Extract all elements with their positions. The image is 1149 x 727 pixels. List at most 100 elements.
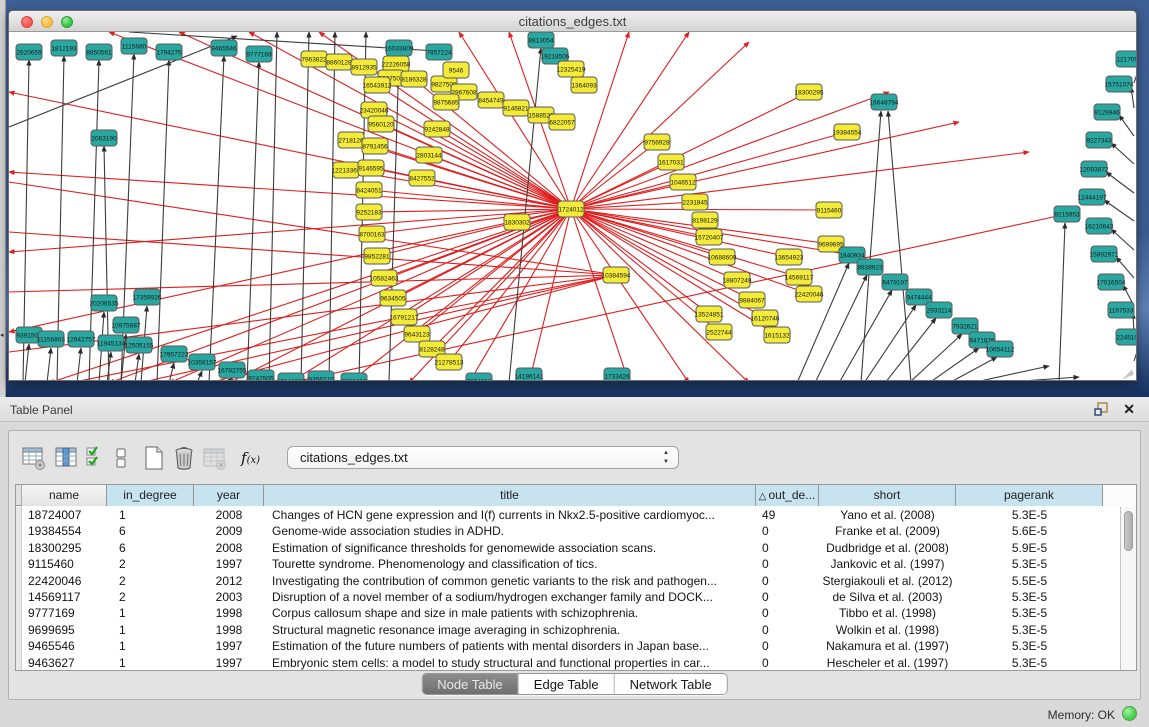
tab-node-table[interactable]: Node Table [422,674,519,694]
cell-pagerank[interactable]: 5.5E-5 [956,573,1103,589]
column-header-out-de-[interactable]: △out_de... [756,485,819,506]
network-node[interactable]: 9852281 [364,248,390,264]
network-node[interactable]: 8860128 [326,54,352,70]
cell-year[interactable]: 2003 [194,589,264,605]
control-panel-splitter[interactable]: ◂ [0,0,6,397]
cell-short[interactable]: Stergiakouli et al. (2012) [819,573,956,589]
table-row[interactable]: 2242004622012Investigating the contribut… [16,573,1120,589]
network-node[interactable]: 9756928 [644,134,670,150]
cell-pagerank[interactable]: 5.3E-5 [956,655,1103,671]
cell-out-de-[interactable]: 0 [756,638,819,654]
network-node[interactable]: 12942757 [67,331,96,347]
network-node[interactable]: 16791217 [390,309,419,325]
network-node[interactable]: 10975887 [112,317,141,333]
network-node[interactable]: 16210643 [1085,218,1114,234]
network-node[interactable]: 9129946 [1094,104,1120,120]
cell-pagerank[interactable]: 5.3E-5 [956,507,1103,523]
network-node[interactable]: 19384554 [833,124,862,140]
cell-name[interactable]: 19384554 [22,523,107,539]
network-node[interactable]: 1617031 [658,154,684,170]
network-node[interactable]: 8912935 [351,59,377,75]
table-row[interactable]: 1456911722003Disruption of a novel membe… [16,589,1120,605]
cell-year[interactable]: 1998 [194,605,264,621]
cell-year[interactable]: 2008 [194,507,264,523]
cell-short[interactable]: de Silva et al. (2003) [819,589,956,605]
cell-name[interactable]: 18724007 [22,507,107,523]
cell-in-degree[interactable]: 2 [107,556,194,572]
row-height-icon[interactable] [113,445,129,471]
network-node[interactable]: 12093872 [1080,161,1109,177]
network-node[interactable]: 8454749 [478,92,504,108]
network-node[interactable]: 17957223 [160,346,189,362]
network-node[interactable]: 12444197 [1078,189,1107,205]
network-node[interactable]: 8791456 [362,138,388,154]
network-node[interactable]: 6822057 [549,114,575,130]
cell-year[interactable]: 1997 [194,655,264,671]
network-node[interactable]: 8427552 [409,170,435,186]
collapse-left-arrow-icon[interactable]: ◂ [0,331,4,339]
cell-short[interactable]: Wolkin et al. (1998) [819,622,956,638]
cell-pagerank[interactable]: 5.3E-5 [956,622,1103,638]
cell-out-de-[interactable]: 0 [756,622,819,638]
float-panel-icon[interactable] [1094,402,1109,416]
network-window-titlebar[interactable]: citations_edges.txt [9,11,1136,32]
network-node[interactable]: 10358157 [188,354,217,370]
cell-title[interactable]: Embryonic stem cells: a model to study s… [264,655,756,671]
network-node[interactable]: 2933114 [926,302,952,318]
network-node[interactable]: 1812193 [51,40,77,56]
network-node[interactable]: 9777169 [246,46,272,62]
table-select-combo[interactable]: citations_edges.txt ▲▼ [287,446,679,469]
network-node[interactable]: 2620659 [16,44,42,60]
network-node[interactable]: 14196141 [515,368,544,380]
cell-out-de-[interactable]: 49 [756,507,819,523]
network-node[interactable]: 16120746 [751,310,780,326]
cell-in-degree[interactable]: 1 [107,655,194,671]
network-node[interactable]: 9227343 [1086,132,1112,148]
network-node[interactable]: 8198129 [692,212,718,228]
network-canvas[interactable]: 2620659181219388505611115680179427594655… [9,32,1136,380]
network-node[interactable]: 13524851 [695,306,724,322]
network-node[interactable]: 2718126 [338,132,364,148]
network-node[interactable]: 2245102 [1116,329,1136,345]
cell-out-de-[interactable]: 0 [756,523,819,539]
network-node[interactable]: 14569117 [785,269,814,285]
network-node[interactable]: 15892971 [1090,246,1119,262]
network-node[interactable]: 9634505 [380,290,406,306]
network-node[interactable]: 1217094 [1116,51,1136,67]
network-node[interactable]: 8700163 [359,226,385,242]
column-header-pagerank[interactable]: pagerank [956,485,1103,506]
table-row[interactable]: 911546021997Tourette syndrome. Phenomeno… [16,556,1120,572]
network-node[interactable]: 1733426 [604,368,630,380]
cell-out-de-[interactable]: 0 [756,556,819,572]
cell-title[interactable]: Corpus callosum shape and size in male p… [264,605,756,621]
table-mode-icon[interactable] [21,445,47,471]
network-node[interactable]: 1794275 [156,44,182,60]
column-checklist-icon[interactable] [85,445,107,471]
column-header-short[interactable]: short [819,485,956,506]
close-panel-icon[interactable]: ✕ [1123,401,1135,418]
cell-name[interactable]: 9699695 [22,622,107,638]
column-header-title[interactable]: title [264,485,756,506]
cell-year[interactable]: 1997 [194,638,264,654]
cell-out-de-[interactable]: 0 [756,605,819,621]
network-node[interactable]: 12505155 [125,337,154,353]
cell-title[interactable]: Investigating the contribution of common… [264,573,756,589]
network-node[interactable]: 10384594 [602,267,631,283]
network-node[interactable]: 22420046 [795,286,824,302]
cell-year[interactable]: 1997 [194,556,264,572]
network-node[interactable]: 9546 [443,62,469,78]
network-node[interactable]: 20206535 [90,295,119,311]
network-node[interactable]: 9115460 [816,202,842,218]
network-node[interactable]: 12325419 [557,61,586,77]
network-node[interactable]: 11156803 [37,331,65,347]
cell-short[interactable]: Yano et al. (2008) [819,507,956,523]
cell-name[interactable]: 14569117 [22,589,107,605]
column-header-year[interactable]: year [194,485,264,506]
table-row[interactable]: 1938455462009Genome-wide association stu… [16,523,1120,539]
table-panel-titlebar[interactable]: Table Panel ✕ [0,397,1149,422]
cell-pagerank[interactable]: 5.3E-5 [956,638,1103,654]
table-row[interactable]: 1830029562008Estimation of significance … [16,540,1120,556]
network-node[interactable]: 16782755 [218,362,247,378]
table-scrollbar[interactable] [1120,507,1136,670]
network-node[interactable]: 9146821 [503,100,529,116]
